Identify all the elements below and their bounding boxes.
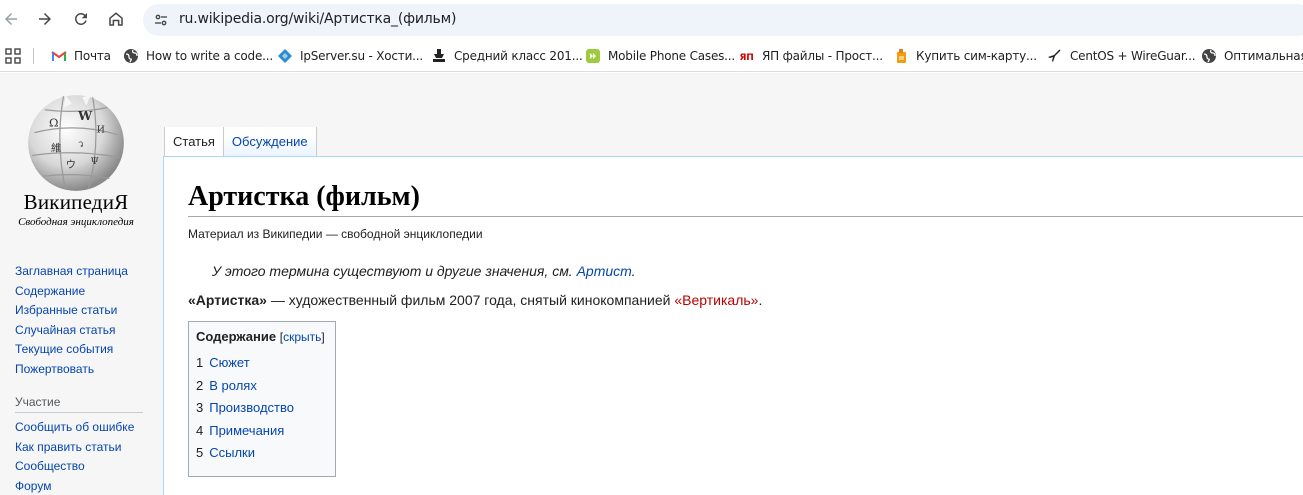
- toc-item[interactable]: 2В ролях: [196, 375, 328, 398]
- lead-bold-title: «Артистка»: [188, 292, 267, 308]
- yap-icon: ЯП: [739, 48, 755, 64]
- reload-button[interactable]: [66, 4, 96, 34]
- globe-icon: [1201, 48, 1217, 64]
- bookmark-item[interactable]: ЯП ЯП файлы - Прост...: [739, 46, 883, 66]
- back-button[interactable]: [0, 4, 26, 34]
- bookmark-item[interactable]: Оптимальная н: [1201, 46, 1303, 66]
- toc-hide-link[interactable]: скрыть: [283, 330, 321, 344]
- bookmark-item[interactable]: CentOS + WireGuar...: [1047, 46, 1196, 66]
- puzzle-globe-icon: Ω W И 維 ว ウ Ψ: [28, 95, 124, 191]
- toc-item[interactable]: 4 Примечания: [196, 420, 328, 443]
- wikipedia-logo[interactable]: Ω W И 維 ว ウ Ψ ВикипедиЯ Свободная энцикл…: [0, 73, 160, 233]
- svg-text:W: W: [77, 108, 93, 123]
- hatnote-end: .: [631, 263, 636, 279]
- forward-button[interactable]: [30, 4, 60, 34]
- svg-text:ว: ว: [78, 139, 83, 150]
- svg-text:ЯП: ЯП: [740, 53, 754, 63]
- sidebar-item-donate[interactable]: Пожертвовать: [15, 361, 150, 381]
- toc-bracket-close: ]: [321, 330, 325, 344]
- bookmarks-separator: [33, 48, 34, 64]
- sidebar-participation-heading: Участие: [15, 395, 143, 413]
- wiki-page: Ω W И 維 ว ウ Ψ ВикипедиЯ Свободная энцикл…: [0, 73, 1303, 495]
- home-button[interactable]: [101, 4, 131, 34]
- bookmark-item[interactable]: Средний класс 201...: [431, 46, 583, 66]
- sidebar-item-random[interactable]: Случайная статья: [15, 322, 150, 342]
- page-tabs: Статья Обсуждение: [164, 127, 317, 157]
- sidebar-item-contents[interactable]: Содержание: [15, 283, 150, 303]
- address-bar[interactable]: ru.wikipedia.org/wiki/Артистка_(фильм): [143, 4, 1303, 36]
- svg-text:ウ: ウ: [66, 159, 76, 171]
- hatnote-link[interactable]: Артист: [577, 263, 632, 279]
- article-content: Артистка (фильм) Материал из Википедии —…: [163, 156, 1303, 495]
- lead-text: — художественный фильм 2007 года, снятый…: [266, 292, 675, 308]
- site-info-icon[interactable]: [149, 8, 173, 32]
- gmail-icon: [51, 48, 67, 64]
- sidebar-item-how-to-edit[interactable]: Как править статьи: [15, 439, 150, 459]
- arrow-left-icon: [5, 13, 17, 25]
- sidebar-item-forum[interactable]: Форум: [15, 478, 150, 495]
- bookmark-item[interactable]: IpServer.su - Хости...: [277, 46, 423, 66]
- apps-grid-icon[interactable]: [5, 48, 21, 64]
- hatnote-text: У этого термина существуют и другие знач…: [212, 263, 577, 279]
- home-icon: [109, 12, 123, 26]
- svg-text:維: 維: [51, 141, 61, 154]
- site-subtitle: Материал из Википедии — свободной энцикл…: [188, 227, 483, 241]
- sidebar-participation: Сообщить об ошибке Как править статьи Со…: [15, 419, 150, 495]
- toc-item[interactable]: 3 Производство: [196, 397, 328, 420]
- bookmark-item[interactable]: Почта: [51, 46, 111, 66]
- toc-item[interactable]: 5 Ссылки: [196, 442, 328, 465]
- toc-list: 1 Сюжет 2В ролях 3 Производство 4 Примечани…: [196, 352, 328, 465]
- sidebar-item-main-page[interactable]: Заглавная страница: [15, 263, 150, 283]
- svg-text:Ω: Ω: [49, 115, 58, 129]
- globe-icon: [123, 48, 139, 64]
- studio-link[interactable]: «Вертикаль»: [674, 292, 758, 308]
- arrow-right-icon: [39, 13, 51, 25]
- sidebar-navigation: Заглавная страница Содержание Избранные …: [15, 263, 150, 380]
- ipserver-icon: [277, 48, 293, 64]
- tab-talk[interactable]: Обсуждение: [223, 127, 317, 157]
- table-of-contents: Содержание [скрыть] 1 Сюжет 2В ролях 3 Про…: [188, 321, 336, 477]
- stamp-icon: [431, 48, 447, 64]
- browser-toolbar: ru.wikipedia.org/wiki/Артистка_(фильм): [0, 0, 1303, 40]
- bookmark-item[interactable]: How to write a code...: [123, 46, 273, 66]
- bookmark-item[interactable]: Mobile Phone Cases...: [585, 46, 735, 66]
- toc-item[interactable]: 1 Сюжет: [196, 352, 328, 375]
- sidebar-item-current-events[interactable]: Текущие события: [15, 341, 150, 361]
- svg-text:И: И: [97, 125, 105, 136]
- toc-header: Содержание [скрыть]: [196, 329, 328, 344]
- wikipedia-tagline: Свободная энциклопедия: [18, 216, 134, 228]
- bookmarks-bar: Почта How to write a code... IpServer.su…: [0, 40, 1303, 72]
- tab-article[interactable]: Статья: [164, 127, 224, 157]
- sidebar-item-community[interactable]: Сообщество: [15, 458, 150, 478]
- sim-card-icon: [893, 48, 909, 64]
- lead-paragraph: «Артистка» — художественный фильм 2007 г…: [188, 292, 762, 308]
- bookmark-item[interactable]: Купить сим-карту...: [893, 46, 1037, 66]
- hatnote: У этого термина существуют и другие знач…: [212, 263, 636, 279]
- sidebar-item-featured[interactable]: Избранные статьи: [15, 302, 150, 322]
- lead-end: .: [758, 292, 763, 308]
- url-text[interactable]: ru.wikipedia.org/wiki/Артистка_(фильм): [179, 11, 456, 27]
- mobile-cases-icon: [585, 48, 601, 64]
- reload-icon: [74, 12, 87, 25]
- page-title: Артистка (фильм): [188, 179, 1303, 217]
- toc-title: Содержание: [196, 329, 277, 344]
- svg-text:Ψ: Ψ: [91, 156, 99, 167]
- plane-icon: [1047, 48, 1063, 64]
- wikipedia-wordmark: ВикипедиЯ: [23, 190, 129, 214]
- sidebar-item-report-error[interactable]: Сообщить об ошибке: [15, 419, 150, 439]
